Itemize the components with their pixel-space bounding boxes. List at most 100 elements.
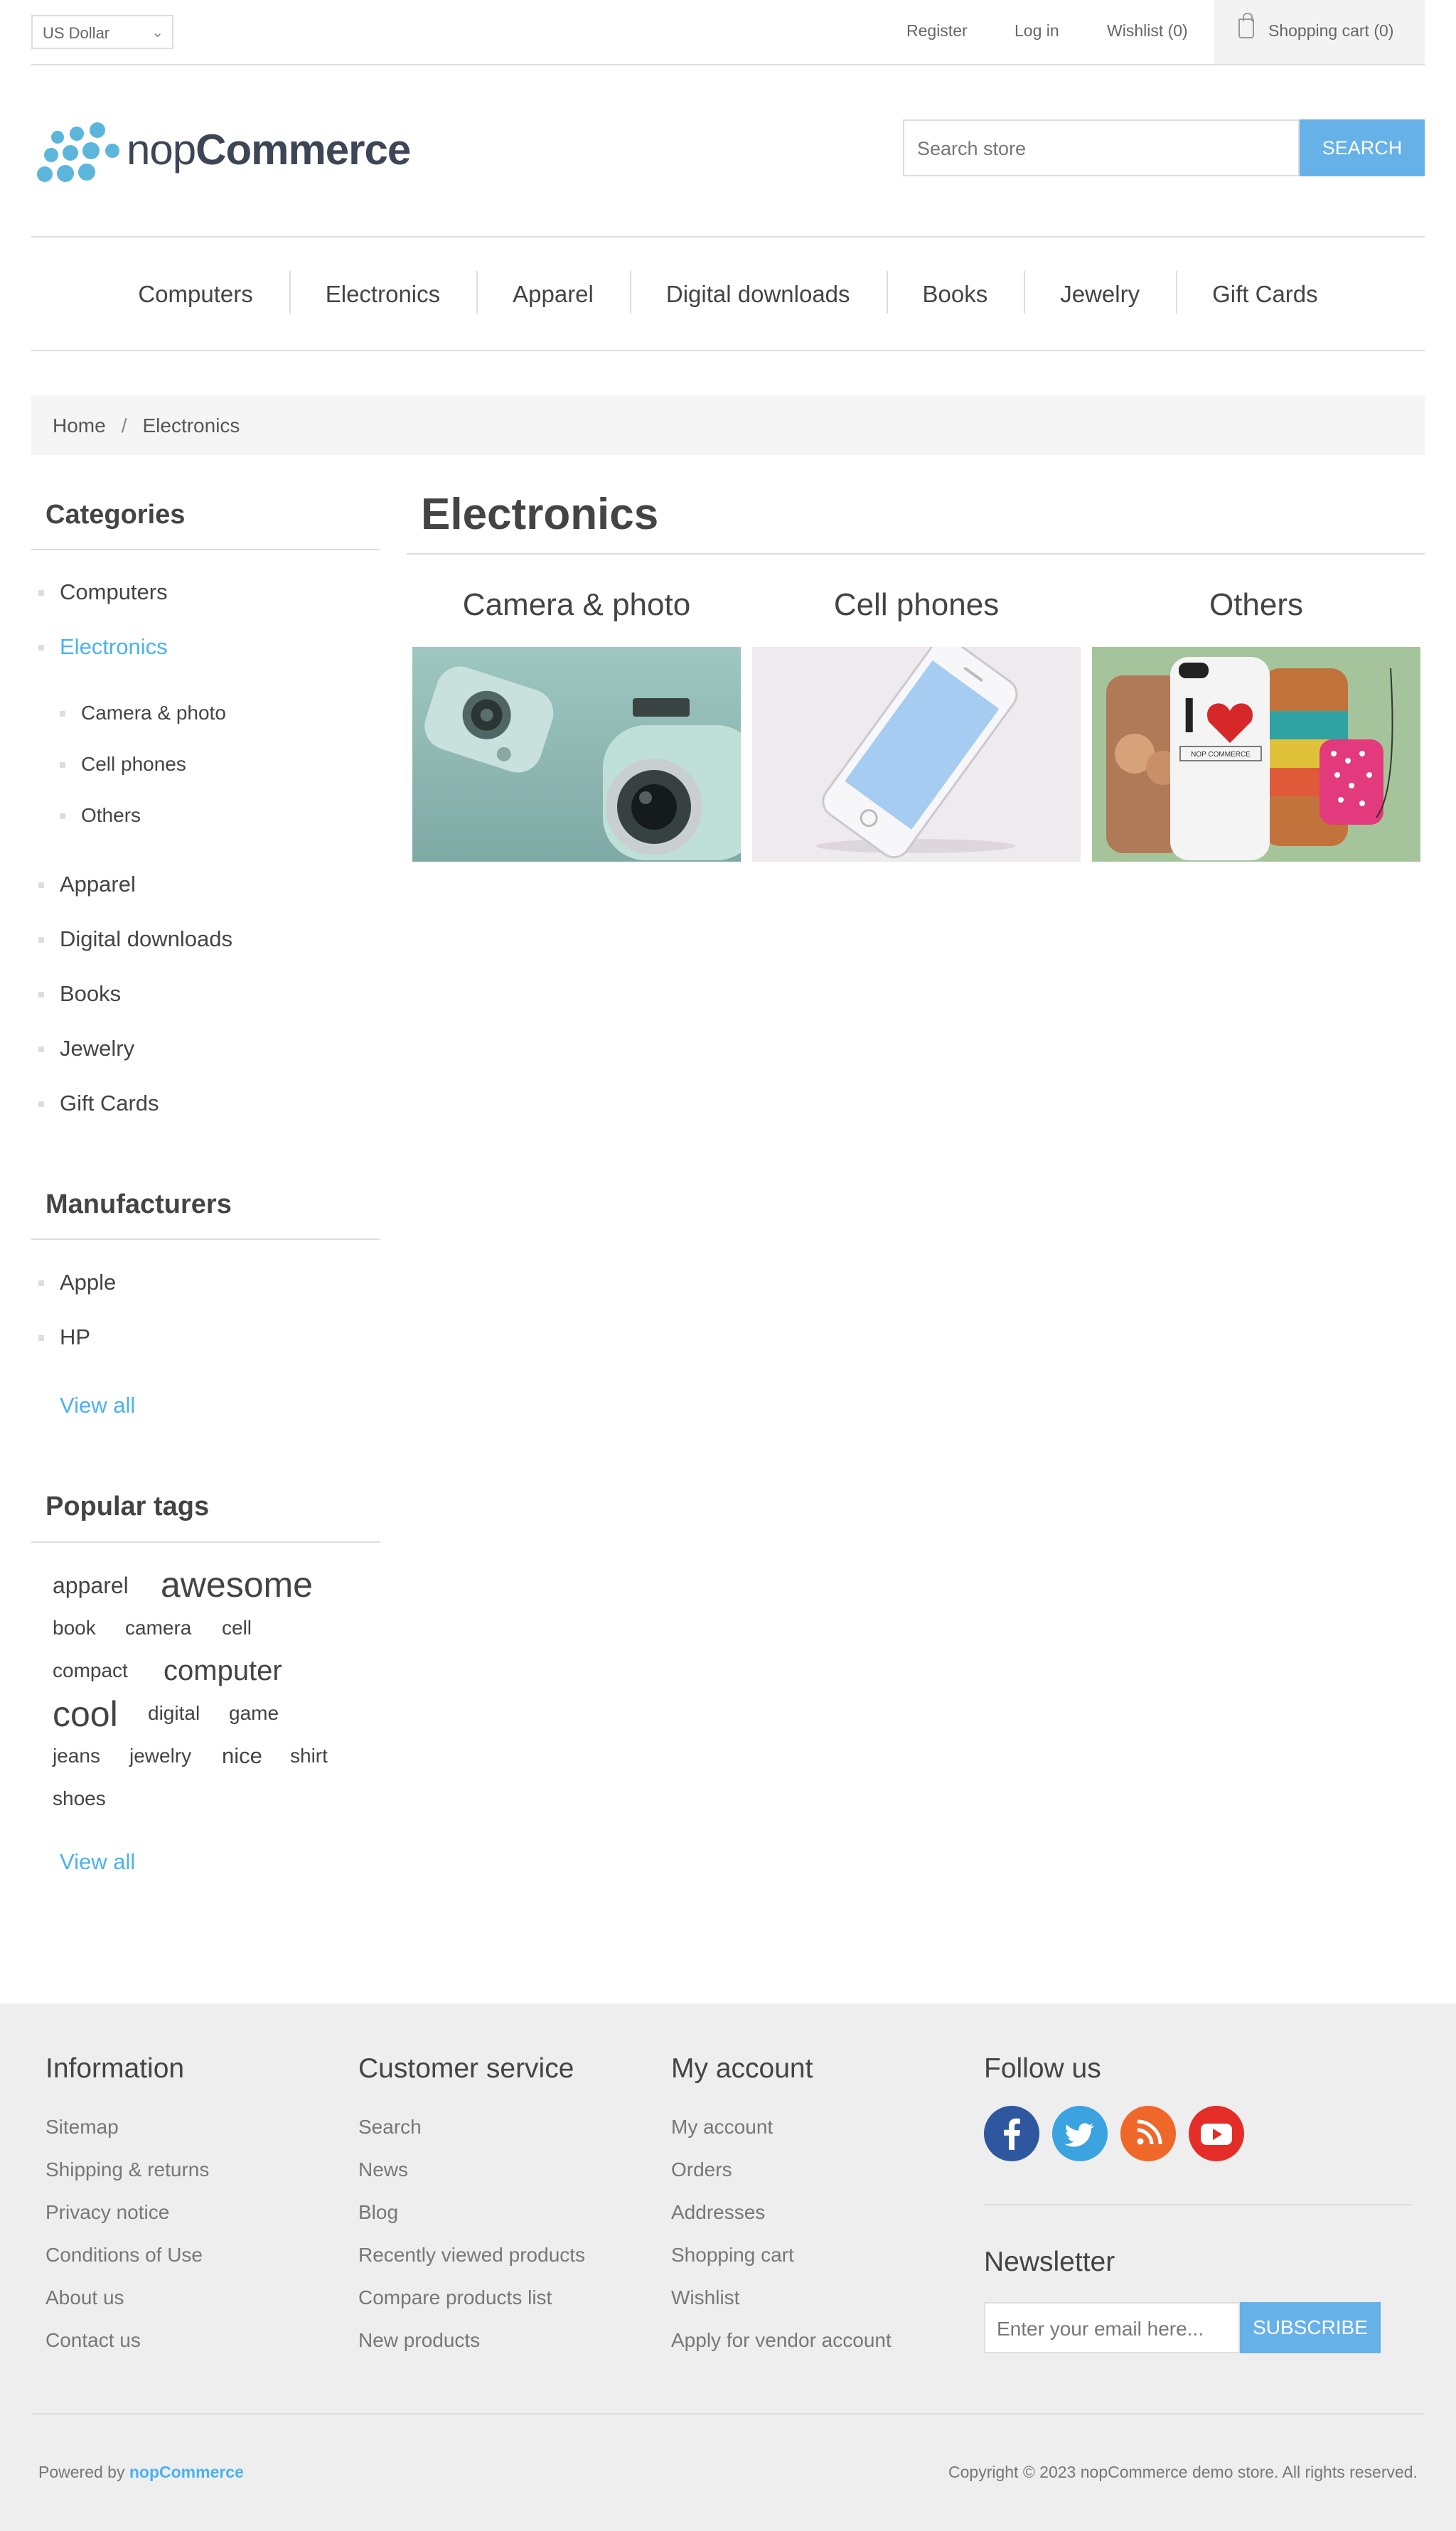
footer-customer-service-title: Customer service [358,2053,574,2084]
manufacturer-apple[interactable]: Apple [38,1270,116,1295]
tag-link[interactable]: apparel [53,1573,129,1599]
newsletter-subscribe-button[interactable]: SUBSCRIBE [1240,2302,1381,2353]
copyright-text: Copyright © 2023 nopCommerce demo store.… [948,2463,1418,2481]
menu-item-apparel[interactable]: Apparel [476,271,630,314]
footer-link-news[interactable]: News [358,2158,408,2181]
sidebar-subitem-others[interactable]: Others [59,804,141,827]
menu-item-gift-cards[interactable]: Gift Cards [1176,271,1354,314]
tag-link[interactable]: computer [164,1655,282,1687]
footer-link-about-us[interactable]: About us [46,2286,124,2309]
tag-link[interactable]: digital [148,1702,200,1725]
register-link[interactable]: Register [906,21,968,41]
menu-item-digital-downloads[interactable]: Digital downloads [629,271,887,314]
footer-link-privacy-notice[interactable]: Privacy notice [46,2201,169,2224]
shopping-cart-label: Shopping cart (0) [1268,21,1394,40]
camera-illustration [412,647,741,862]
currency-select[interactable]: US Dollar ⌄ [31,15,173,49]
tag-link[interactable]: camera [125,1617,191,1639]
breadcrumb-separator: / [121,414,127,437]
tag-link[interactable]: game [229,1702,279,1725]
sidebar-item-electronics[interactable]: Electronics [38,634,168,660]
tee-brand-print: NOP COMMERCE [1191,751,1251,759]
manufacturers-view-all-link[interactable]: View all [60,1393,135,1418]
tag-link[interactable]: awesome [161,1564,313,1605]
rss-icon[interactable] [1120,2106,1176,2161]
shopping-cart-link[interactable]: Shopping cart (0) [1214,0,1425,64]
footer-link-contact-us[interactable]: Contact us [46,2329,141,2352]
tags-view-all-link[interactable]: View all [60,1849,135,1875]
tag-link[interactable]: jewelry [129,1745,191,1767]
sidebar-item-computers[interactable]: Computers [38,579,168,605]
categories-divider [31,549,380,550]
facebook-icon[interactable] [984,2106,1039,2161]
menu-item-electronics[interactable]: Electronics [289,271,476,314]
youtube-icon[interactable] [1189,2106,1244,2161]
subcategory-image-cell-phones[interactable] [752,647,1081,862]
footer-link-conditions-of-use[interactable]: Conditions of Use [46,2244,203,2267]
footer-follow-divider [984,2204,1412,2205]
menu-item-computers[interactable]: Computers [102,281,289,308]
footer-link-recently-viewed[interactable]: Recently viewed products [358,2244,585,2267]
manufacturer-hp[interactable]: HP [38,1325,90,1350]
sidebar-subitem-camera-photo[interactable]: Camera & photo [60,702,226,724]
tag-link[interactable]: cell [222,1617,252,1639]
menu-item-books[interactable]: Books [886,271,1024,314]
subcategory-image-others[interactable]: I NOP COMMERCE [1092,647,1420,862]
popular-tags-divider [31,1541,380,1543]
login-link[interactable]: Log in [1015,21,1059,41]
footer-link-new-products[interactable]: New products [358,2329,480,2352]
manufacturers-divider [31,1238,380,1240]
footer-link-addresses[interactable]: Addresses [671,2201,765,2224]
sidebar-item-books[interactable]: Books [38,981,121,1007]
tag-link[interactable]: cool [53,1693,118,1735]
tag-link[interactable]: book [53,1617,96,1639]
powered-by: Powered by nopCommerce [38,2463,244,2481]
chevron-down-icon: ⌄ [151,25,164,41]
sidebar-item-jewelry[interactable]: Jewelry [38,1036,134,1061]
tag-link[interactable]: nice [222,1743,262,1769]
footer-link-wishlist[interactable]: Wishlist [671,2286,739,2309]
store-logo[interactable]: nopCommerce [34,119,411,183]
popular-tags-title: Popular tags [46,1492,210,1521]
footer-link-blog[interactable]: Blog [358,2201,398,2224]
footer-link-orders[interactable]: Orders [671,2158,732,2181]
footer-link-apply-vendor[interactable]: Apply for vendor account [671,2329,892,2352]
footer-bottom-divider [31,2413,1425,2414]
footer-link-sitemap[interactable]: Sitemap [46,2116,119,2139]
powered-by-link[interactable]: nopCommerce [129,2463,244,2481]
phone-cases-illustration: I NOP COMMERCE [1092,647,1420,862]
subcategory-title-cell-phones[interactable]: Cell phones [752,587,1081,623]
tag-link[interactable]: jeans [53,1745,100,1767]
tag-link[interactable]: shoes [53,1787,106,1810]
footer-link-compare-products[interactable]: Compare products list [358,2286,552,2309]
sidebar-item-gift-cards[interactable]: Gift Cards [38,1091,159,1116]
search-button[interactable]: SEARCH [1300,119,1425,176]
tag-link[interactable]: shirt [290,1745,328,1767]
newsletter-email-input[interactable]: Enter your email here... [984,2302,1240,2353]
subcategory-title-camera-photo[interactable]: Camera & photo [412,587,741,623]
footer-link-shipping-returns[interactable]: Shipping & returns [46,2158,209,2181]
breadcrumb: Home / Electronics [31,395,1425,455]
menu-bottom-divider [31,350,1425,351]
breadcrumb-home[interactable]: Home [53,414,106,437]
footer-link-search[interactable]: Search [358,2116,422,2139]
categories-title: Categories [46,500,186,530]
sidebar-subitem-cell-phones[interactable]: Cell phones [60,753,186,776]
tag-link[interactable]: compact [53,1659,128,1682]
menu-item-jewelry[interactable]: Jewelry [1024,271,1176,314]
wishlist-link[interactable]: Wishlist (0) [1107,21,1188,41]
top-menu: Computers Electronics Apparel Digital do… [0,237,1456,351]
sidebar-item-digital-downloads[interactable]: Digital downloads [38,926,232,952]
sidebar-item-apparel[interactable]: Apparel [38,872,136,897]
footer-information-title: Information [46,2053,185,2084]
top-bar: US Dollar ⌄ Register Log in Wishlist (0)… [0,0,1456,65]
top-bar-divider [31,64,1425,65]
footer-link-my-account[interactable]: My account [671,2116,773,2139]
search-input[interactable]: Search store [903,119,1300,176]
footer-link-shopping-cart[interactable]: Shopping cart [671,2244,794,2267]
phone-illustration [752,647,1081,862]
twitter-icon[interactable] [1052,2106,1108,2161]
shopping-bag-icon [1238,13,1254,38]
subcategory-title-others[interactable]: Others [1092,587,1420,623]
subcategory-image-camera-photo[interactable] [412,647,741,862]
